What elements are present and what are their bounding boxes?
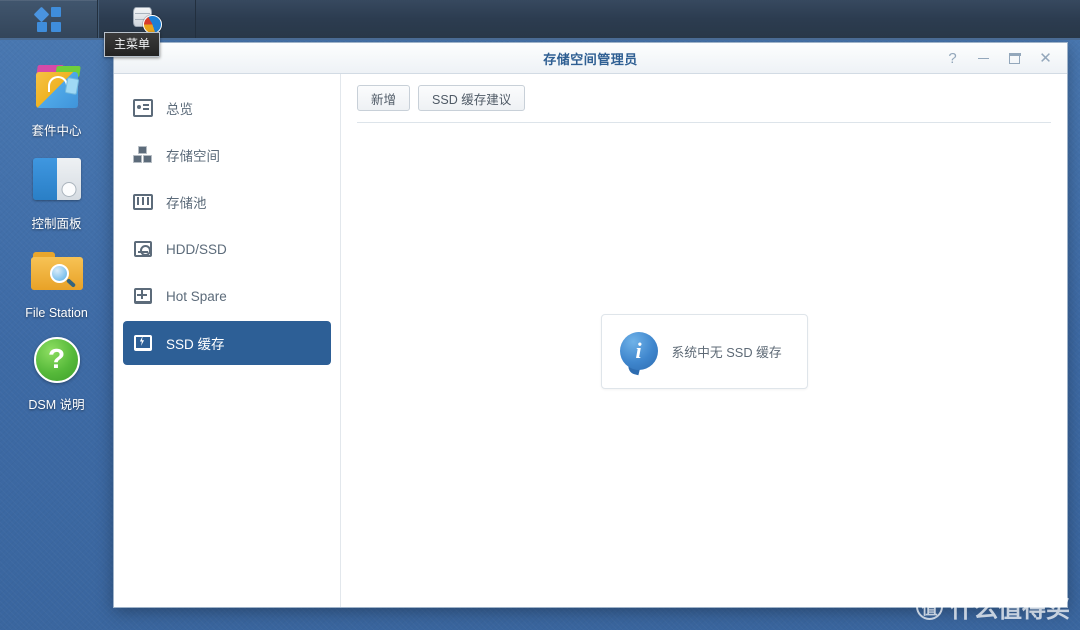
empty-state-box: i 系统中无 SSD 缓存 [600, 313, 808, 389]
sidebar-item-label: HDD/SSD [166, 241, 227, 257]
grid-menu-icon [33, 6, 62, 32]
desktop: 主菜单 套件中心 控制面板 File Station ? DSM 说明 存储空间… [0, 0, 1080, 630]
taskbar [0, 0, 1080, 40]
control-panel-icon [29, 151, 85, 207]
disk-icon [133, 239, 153, 259]
sidebar-item-volume[interactable]: 存储空间 [123, 133, 331, 177]
shortcut-label: File Station [25, 306, 88, 320]
window-titlebar[interactable]: 存储空间管理员 ? ✕ [114, 43, 1067, 74]
storage-manager-window: 存储空间管理员 ? ✕ 总览 存储空间 存储池 HDD/SSD Hot Spar… [113, 42, 1068, 608]
desktop-shortcuts: 套件中心 控制面板 File Station ? DSM 说明 [0, 46, 113, 413]
package-center-icon [29, 58, 85, 114]
storage-pool-icon [133, 192, 153, 212]
overview-icon [133, 98, 153, 118]
shortcut-dsm-help[interactable]: ? DSM 说明 [0, 320, 113, 413]
sidebar-item-overview[interactable]: 总览 [123, 86, 331, 130]
ssd-cache-icon [133, 333, 153, 353]
shortcut-label: 控制面板 [31, 217, 82, 231]
shortcut-label: DSM 说明 [28, 398, 85, 412]
sidebar-item-label: 存储池 [166, 196, 207, 211]
sidebar-item-label: 存储空间 [166, 149, 220, 164]
window-body: 总览 存储空间 存储池 HDD/SSD Hot Spare SSD 缓存 新增 … [114, 74, 1067, 607]
sidebar-item-ssd-cache[interactable]: SSD 缓存 [123, 321, 331, 365]
sidebar-item-hot-spare[interactable]: Hot Spare [123, 274, 331, 318]
sidebar: 总览 存储空间 存储池 HDD/SSD Hot Spare SSD 缓存 [114, 74, 341, 607]
empty-state-message: 系统中无 SSD 缓存 [671, 344, 782, 360]
content-panel: 新增 SSD 缓存建议 i 系统中无 SSD 缓存 [341, 74, 1067, 607]
maximize-button[interactable] [999, 43, 1030, 74]
create-button[interactable]: 新增 [357, 85, 411, 111]
minimize-button[interactable] [968, 43, 999, 74]
storage-manager-icon [132, 4, 162, 34]
shortcut-package-center[interactable]: 套件中心 [0, 46, 113, 139]
content-area: i 系统中无 SSD 缓存 [341, 123, 1067, 607]
sidebar-item-label: Hot Spare [166, 288, 227, 304]
shortcut-file-station[interactable]: File Station [0, 232, 113, 320]
info-icon: i [619, 332, 658, 376]
shortcut-label: 套件中心 [31, 124, 82, 138]
volume-icon [133, 145, 153, 165]
sidebar-item-label: SSD 缓存 [166, 337, 225, 352]
sidebar-item-storage-pool[interactable]: 存储池 [123, 180, 331, 224]
main-menu-button[interactable] [0, 0, 98, 38]
sidebar-item-label: 总览 [166, 102, 193, 117]
file-station-icon [29, 244, 85, 300]
help-button[interactable]: ? [937, 43, 968, 74]
hot-spare-icon [133, 286, 153, 306]
window-controls: ? ✕ [937, 43, 1061, 74]
toolbar: 新增 SSD 缓存建议 [341, 74, 1067, 111]
page-title: 存储空间管理员 [543, 51, 638, 67]
shortcut-control-panel[interactable]: 控制面板 [0, 139, 113, 232]
ssd-cache-advisor-button[interactable]: SSD 缓存建议 [418, 85, 526, 111]
help-icon: ? [29, 332, 85, 388]
main-menu-tooltip: 主菜单 [104, 32, 161, 57]
close-button[interactable]: ✕ [1030, 43, 1061, 74]
sidebar-item-hdd-ssd[interactable]: HDD/SSD [123, 227, 331, 271]
